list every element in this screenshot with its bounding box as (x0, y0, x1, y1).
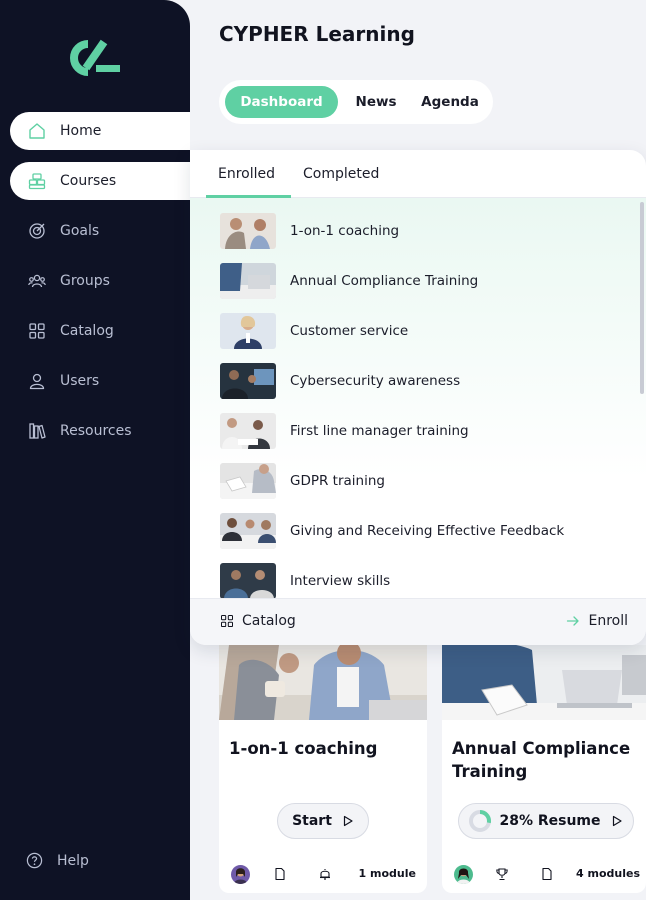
tab-dashboard[interactable]: Dashboard (225, 86, 338, 118)
list-item-label: GDPR training (290, 473, 385, 489)
progress-ring (469, 810, 492, 832)
sidebar-item-label: Courses (60, 173, 117, 189)
courses-dropdown-footer: Catalog Enroll (190, 598, 646, 645)
sidebar-item-resources[interactable]: Resources (0, 412, 190, 450)
course-thumbnail (220, 563, 276, 598)
help-link[interactable]: Help (26, 852, 89, 869)
list-item[interactable]: 1-on-1 coaching (220, 213, 399, 249)
list-item[interactable]: First line manager training (220, 413, 469, 449)
list-item-label: 1-on-1 coaching (290, 223, 400, 239)
groups-icon (28, 272, 46, 290)
list-item-label: Annual Compliance Training (290, 273, 479, 289)
module-count: 1 module (358, 867, 416, 880)
users-icon (28, 372, 46, 390)
course-thumbnail (220, 213, 276, 249)
list-item-label: Cybersecurity awareness (290, 373, 461, 389)
help-label: Help (57, 852, 89, 869)
document-icon (273, 867, 287, 881)
course-image (442, 645, 646, 720)
course-thumbnail (220, 363, 276, 399)
course-meta: 1 module (219, 863, 427, 887)
course-card[interactable]: 1-on-1 coaching Start 1 module (219, 645, 427, 893)
start-button[interactable]: Start (277, 803, 369, 839)
catalog-icon (28, 322, 46, 340)
course-title: 1-on-1 coaching (229, 739, 378, 758)
play-icon (342, 815, 354, 827)
sidebar-item-users[interactable]: Users (0, 362, 190, 400)
sidebar: Home Courses Goals Groups Catalog Users … (0, 0, 190, 900)
resume-button-label: 28% Resume (499, 813, 601, 829)
sidebar-item-label: Goals (60, 223, 100, 239)
list-item-label: Interview skills (290, 573, 391, 589)
course-thumbnail (220, 313, 276, 349)
sidebar-item-groups[interactable]: Groups (0, 262, 190, 300)
help-icon (26, 852, 43, 869)
sidebar-item-label: Home (60, 123, 102, 139)
catalog-icon (220, 614, 234, 628)
avatar (231, 865, 250, 884)
bell-icon (318, 867, 332, 881)
course-list: 1-on-1 coaching Annual Compliance Traini… (190, 198, 646, 598)
list-item-label: Giving and Receiving Effective Feedback (290, 523, 565, 539)
goals-icon (28, 222, 46, 240)
list-item-label: Customer service (290, 323, 409, 339)
header-tabs: Dashboard News Agenda (219, 80, 493, 124)
course-image (219, 645, 427, 720)
list-item[interactable]: GDPR training (220, 463, 385, 499)
courses-dropdown: Enrolled Completed 1-on-1 coaching Annua… (190, 150, 646, 645)
resume-button[interactable]: 28% Resume (458, 803, 634, 839)
arrow-right-icon (566, 614, 580, 628)
play-icon (611, 815, 623, 827)
trophy-icon (495, 867, 509, 881)
sidebar-item-goals[interactable]: Goals (0, 212, 190, 250)
avatar (454, 865, 473, 884)
sidebar-item-catalog[interactable]: Catalog (0, 312, 190, 350)
sidebar-item-label: Resources (60, 423, 132, 439)
course-thumbnail (220, 413, 276, 449)
list-item[interactable]: Giving and Receiving Effective Feedback (220, 513, 564, 549)
course-title: Annual Compliance Training (452, 739, 631, 781)
page-title: CYPHER Learning (219, 22, 415, 46)
list-item[interactable]: Interview skills (220, 563, 390, 598)
tab-agenda[interactable]: Agenda (414, 86, 486, 118)
enroll-link-label: Enroll (588, 613, 628, 629)
sidebar-item-label: Users (60, 373, 100, 389)
sidebar-item-label: Catalog (60, 323, 114, 339)
course-thumbnail (220, 463, 276, 499)
tab-enrolled[interactable]: Enrolled (218, 166, 275, 182)
module-count: 4 modules (576, 867, 640, 880)
list-item[interactable]: Annual Compliance Training (220, 263, 478, 299)
sidebar-nav: Home Courses Goals Groups Catalog Users … (0, 112, 190, 462)
tab-completed[interactable]: Completed (303, 166, 379, 182)
course-card[interactable]: Annual Compliance Training 28% Resume 4 … (442, 645, 646, 893)
scrollbar[interactable] (640, 202, 644, 394)
catalog-link[interactable]: Catalog (220, 613, 296, 629)
catalog-link-label: Catalog (242, 613, 296, 629)
resources-icon (28, 422, 46, 440)
courses-tabs: Enrolled Completed (190, 150, 646, 198)
sidebar-item-courses[interactable]: Courses (10, 162, 190, 200)
course-thumbnail (220, 513, 276, 549)
sidebar-item-home[interactable]: Home (10, 112, 190, 150)
enroll-link[interactable]: Enroll (566, 613, 628, 629)
start-button-label: Start (292, 813, 332, 829)
courses-icon (28, 172, 46, 190)
sidebar-item-label: Groups (60, 273, 110, 289)
cypher-logo[interactable] (68, 38, 122, 78)
course-thumbnail (220, 263, 276, 299)
tab-news[interactable]: News (338, 86, 414, 118)
home-icon (28, 122, 46, 140)
list-item[interactable]: Customer service (220, 313, 408, 349)
course-meta: 4 modules (442, 863, 646, 887)
list-item-label: First line manager training (290, 423, 469, 439)
list-item[interactable]: Cybersecurity awareness (220, 363, 460, 399)
document-icon (540, 867, 554, 881)
